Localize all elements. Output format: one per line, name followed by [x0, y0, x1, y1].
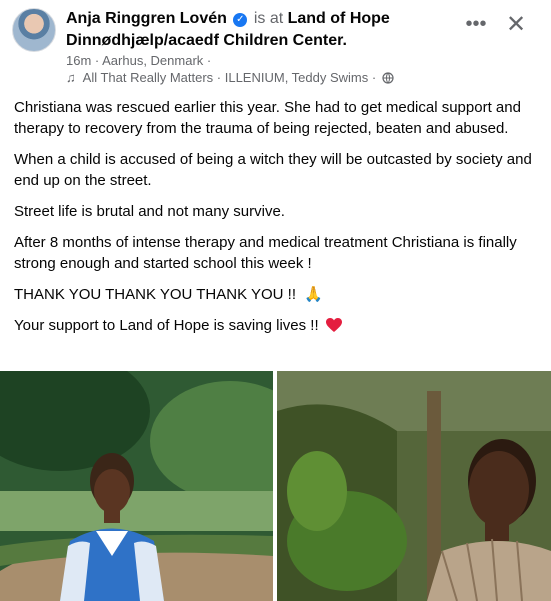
- support-text: Your support to Land of Hope is saving l…: [14, 317, 319, 334]
- more-options-button[interactable]: •••: [462, 12, 490, 40]
- post-paragraph: When a child is accused of being a witch…: [14, 151, 532, 189]
- globe-icon: [382, 72, 394, 84]
- post-paragraph: After 8 months of intense therapy and me…: [14, 234, 517, 272]
- heart-icon: [325, 318, 342, 332]
- author-name[interactable]: Anja Ringgren Lovén: [66, 10, 227, 27]
- post-paragraph: Christiana was rescued earlier this year…: [14, 99, 521, 137]
- music-line: ♫ All That Really Matters · ILLENIUM, Te…: [66, 70, 394, 86]
- music-text[interactable]: All That Really Matters · ILLENIUM, Tedd…: [83, 70, 377, 85]
- verified-badge-icon: ✓: [233, 13, 248, 27]
- post-meta: 16m · Aarhus, Denmark ·: [66, 53, 211, 69]
- close-button[interactable]: ✕: [502, 12, 530, 40]
- avatar[interactable]: [12, 8, 56, 52]
- photo-girl-school-uniform[interactable]: [0, 371, 273, 601]
- photo-left-illustration: [0, 371, 273, 601]
- post-paragraph-support: Your support to Land of Hope is saving l…: [14, 315, 542, 336]
- more-horizontal-icon: •••: [465, 13, 487, 35]
- close-icon: ✕: [505, 11, 527, 38]
- post-body: Christiana was rescued earlier this year…: [14, 97, 542, 346]
- post-title: Anja Ringgren Lovén ✓ is at Land of Hope…: [66, 8, 446, 52]
- photo-right-illustration: [277, 371, 551, 601]
- time-location[interactable]: 16m · Aarhus, Denmark ·: [66, 53, 211, 68]
- music-note-icon: ♫: [66, 70, 76, 85]
- thanks-text: THANK YOU THANK YOU THANK YOU !!: [14, 286, 297, 303]
- photo-girl-bushes[interactable]: [277, 371, 551, 601]
- post-paragraph: Street life is brutal and not many survi…: [14, 203, 285, 220]
- post-paragraph-thanks: THANK YOU THANK YOU THANK YOU !! 🙏: [14, 284, 542, 305]
- post-header: Anja Ringgren Lovén ✓ is at Land of Hope…: [0, 0, 551, 92]
- is-at-text: is at: [253, 10, 284, 27]
- praying-hands-icon: 🙏: [304, 286, 323, 303]
- photo-grid: [0, 371, 551, 601]
